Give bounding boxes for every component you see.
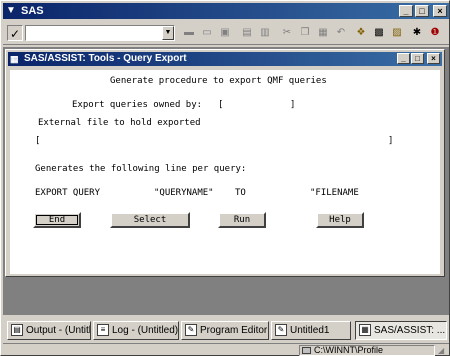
window-bar: ▤ Output - (Untitled) ≡ Log - (Untitled)…	[3, 319, 449, 341]
sas-logo-icon: ▼	[6, 5, 16, 16]
owned-by-open-bracket: [	[218, 100, 224, 110]
generates-label: Generates the following line per query:	[35, 164, 247, 174]
external-file-field[interactable]	[44, 136, 384, 147]
task-untitled1-label: Untitled1	[290, 325, 330, 336]
owned-by-close-bracket: ]	[290, 100, 296, 110]
query-export-title-bar[interactable]: ▦ SAS/ASSIST: Tools - Query Export _ □ ×	[8, 52, 442, 66]
library-icon[interactable]: ▨	[389, 26, 405, 40]
help-icon[interactable]: ❶	[427, 26, 443, 40]
task-sas-assist[interactable]: ▦ SAS/ASSIST: ...	[355, 321, 447, 340]
owned-by-field[interactable]	[226, 100, 286, 111]
current-path: C:\WINNT\Profile	[299, 345, 435, 356]
sas-assist-icon: ▦	[359, 324, 371, 336]
output-icon: ▤	[11, 324, 23, 336]
undo-icon[interactable]: ↶	[333, 26, 349, 40]
toolbar: ✓ ▼ ▬ ▭ ▣ ▤ ▥ ✂ ❐ ▦ ↶ ❖ ▩ ▨ ✱ ❶	[3, 21, 449, 45]
results-icon[interactable]: ▩	[371, 26, 387, 40]
export-query-text: EXPORT QUERY	[35, 188, 101, 198]
query-export-window: ▦ SAS/ASSIST: Tools - Query Export _ □ ×…	[5, 49, 445, 277]
untitled-icon: ✎	[275, 324, 287, 336]
maximize-button[interactable]: □	[415, 5, 429, 17]
close-button[interactable]: ×	[433, 5, 447, 17]
resize-grip-icon[interactable]: ◢	[438, 346, 448, 356]
task-output-label: Output - (Untitled)	[26, 325, 91, 336]
open-icon[interactable]: ▭	[199, 26, 215, 40]
check-icon[interactable]: ✓	[7, 25, 23, 41]
task-program-editor-label: Program Editor - (U...	[200, 325, 268, 336]
explorer-icon[interactable]: ❖	[353, 26, 369, 40]
program-editor-icon: ✎	[185, 324, 197, 336]
filename-text: "FILENAME	[310, 188, 359, 198]
query-export-title: SAS/ASSIST: Tools - Query Export	[24, 53, 187, 64]
drive-icon	[302, 347, 311, 354]
window-grid-icon: ▦	[10, 54, 19, 64]
task-sas-assist-label: SAS/ASSIST: ...	[374, 325, 446, 336]
end-button[interactable]: End	[33, 212, 81, 228]
minimize-button[interactable]: _	[399, 5, 413, 17]
command-input[interactable]	[25, 25, 175, 41]
current-path-text: C:\WINNT\Profile	[314, 345, 384, 355]
run-button[interactable]: Run	[218, 212, 266, 228]
external-file-open-bracket: [	[35, 136, 41, 146]
to-text: TO	[235, 188, 246, 198]
query-export-form: Generate procedure to export QMF queries…	[10, 70, 440, 274]
copy-icon[interactable]: ❐	[297, 26, 313, 40]
task-log[interactable]: ≡ Log - (Untitled)	[93, 321, 179, 340]
workspace: ▦ SAS/ASSIST: Tools - Query Export _ □ ×…	[3, 47, 449, 315]
child-maximize-button[interactable]: □	[411, 53, 424, 64]
select-button[interactable]: Select	[110, 212, 190, 228]
task-output[interactable]: ▤ Output - (Untitled)	[7, 321, 91, 340]
run-icon[interactable]: ✱	[409, 26, 425, 40]
print-icon[interactable]: ▤	[239, 26, 255, 40]
task-untitled1[interactable]: ✎ Untitled1	[271, 321, 351, 340]
print-preview-icon[interactable]: ▥	[257, 26, 273, 40]
external-file-close-bracket: ]	[388, 136, 394, 146]
child-close-button[interactable]: ×	[427, 53, 440, 64]
form-heading: Generate procedure to export QMF queries	[110, 76, 327, 86]
task-log-label: Log - (Untitled)	[112, 325, 179, 336]
external-file-label: External file to hold exported	[38, 118, 201, 128]
new-icon[interactable]: ▬	[181, 26, 197, 40]
child-minimize-button[interactable]: _	[397, 53, 410, 64]
app-title: SAS	[21, 5, 44, 17]
status-bar: C:\WINNT\Profile ◢	[3, 343, 449, 356]
paste-icon[interactable]: ▦	[315, 26, 331, 40]
app-title-bar[interactable]: ▼ SAS _ □ ×	[3, 3, 449, 19]
task-program-editor[interactable]: ✎ Program Editor - (U...	[181, 321, 269, 340]
owned-by-label: Export queries owned by:	[72, 100, 203, 110]
sas-main-window: ▼ SAS _ □ × ✓ ▼ ▬ ▭ ▣ ▤ ▥ ✂ ❐ ▦ ↶ ❖ ▩ ▨ …	[0, 0, 450, 356]
log-icon: ≡	[97, 324, 109, 336]
cut-icon[interactable]: ✂	[279, 26, 295, 40]
queryname-text: "QUERYNAME"	[154, 188, 214, 198]
save-icon[interactable]: ▣	[217, 26, 233, 40]
command-dropdown-icon[interactable]: ▼	[162, 26, 174, 40]
help-button[interactable]: Help	[316, 212, 364, 228]
